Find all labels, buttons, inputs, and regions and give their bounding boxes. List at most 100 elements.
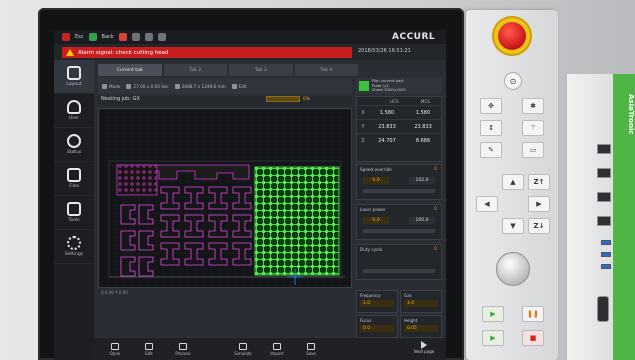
progress-group: 0%	[266, 96, 310, 102]
power-dial[interactable]: Laser power 0 0.0 100.0	[356, 204, 442, 240]
esc-icon[interactable]	[62, 33, 70, 41]
dial-value[interactable]: 0.0	[363, 217, 389, 224]
jog-up-button[interactable]: ▲	[502, 174, 524, 190]
mode-icon	[102, 83, 107, 89]
stat-frequency[interactable]: Frequency 1.0	[356, 290, 398, 313]
back-label: Back	[101, 34, 114, 40]
process-button[interactable]: Process	[168, 342, 198, 356]
edit-item[interactable]: Edit	[231, 83, 247, 89]
progress-bar	[266, 96, 300, 102]
speed-dial[interactable]: Speed override 0 0.0 102.0	[356, 164, 442, 200]
ethernet-port	[597, 144, 611, 154]
jog-down-button[interactable]: ▼	[502, 218, 524, 234]
control-panel: ⊙ ✥ ✱ ↕ ⚚ ✎ ▭ ▲ Z↑ ◀ ▶ ▼ Z↓ ▶ ❚❚ ▶ ■	[466, 10, 558, 360]
gear-icon	[67, 236, 81, 250]
stop-icon[interactable]	[118, 33, 127, 41]
emergency-stop-button[interactable]	[498, 22, 526, 50]
key-switch-icon[interactable]: ⊙	[504, 72, 522, 90]
save-icon	[307, 342, 315, 350]
screen-icon[interactable]: ▭	[522, 142, 544, 158]
brand-logo: ACCURL	[392, 32, 436, 42]
layout-icon	[67, 66, 81, 80]
sidebar-item-label: User	[68, 116, 80, 121]
import-button[interactable]: Import	[262, 342, 292, 356]
tab-3[interactable]: Tab 3	[229, 64, 293, 76]
dial-bar[interactable]	[363, 189, 435, 193]
axis-label: Z	[361, 137, 365, 144]
edit-button[interactable]: Edit	[134, 342, 164, 356]
mcs-value: 23.833	[414, 123, 432, 130]
size-label: 2688.7 x 1249.6 mm	[181, 83, 226, 89]
simulate-button[interactable]: Simulate	[228, 342, 258, 356]
sidebar-item-files[interactable]: Files	[54, 162, 94, 196]
sidebar-item-user[interactable]: User	[54, 94, 94, 128]
stat-height[interactable]: Height 0.05	[400, 315, 442, 338]
ethernet-port	[597, 192, 611, 202]
coordinate-header: UCS MCS	[357, 97, 441, 105]
sidebar-item-layout[interactable]: Layout	[54, 60, 94, 94]
bottom-label: Save	[306, 350, 316, 356]
job-toolbar: Mode 27.00 x 0.00 Sec 2688.7 x 1249.6 mm…	[98, 78, 352, 94]
dial-bar[interactable]	[363, 269, 435, 273]
jog-icon[interactable]: ✥	[480, 98, 502, 114]
bottom-label: Simulate	[234, 350, 252, 356]
tool-icon[interactable]: ✎	[480, 142, 502, 158]
next-page-button[interactable]: Next page	[406, 341, 442, 357]
ucs-value: 23.833	[378, 123, 396, 130]
start-button[interactable]: ▶	[482, 306, 504, 322]
ethernet-port	[597, 216, 611, 226]
save-button[interactable]: Save	[296, 342, 326, 356]
axis-label: Y	[361, 123, 365, 130]
spindle-icon[interactable]: ✱	[522, 98, 544, 114]
open-icon	[111, 342, 119, 350]
tab-2[interactable]: Tab 2	[163, 64, 227, 76]
tab-1[interactable]: Current tab	[98, 64, 162, 76]
controller-box: AsiaTronic	[566, 74, 635, 360]
jog-left-button[interactable]: ◀	[476, 196, 498, 212]
file-info-panel: File: current part Plate 1/1 Sheet 3000x…	[356, 78, 442, 94]
dial-title: Speed override	[360, 167, 392, 172]
job-title: Nesting job: GX	[98, 96, 352, 106]
jog-right-button[interactable]: ▶	[528, 196, 550, 212]
sidebar-item-label: Files	[69, 184, 79, 189]
stop-button[interactable]: ■	[522, 330, 544, 346]
open-button[interactable]: Open	[100, 342, 130, 356]
controller-brand: AsiaTronic	[627, 94, 635, 135]
size-icon	[174, 83, 180, 89]
back-icon[interactable]	[88, 33, 97, 41]
dial-percent: 0	[434, 207, 437, 212]
stat-gas[interactable]: Gas 1.0	[400, 290, 442, 313]
file-thumbnail	[359, 81, 369, 91]
file-line-3: Sheet 3000x1500	[372, 87, 406, 93]
alarm-banner[interactable]: Alarm signal: check cutting head	[62, 47, 352, 58]
bottom-label: Import	[270, 350, 284, 356]
stat-focus[interactable]: Focus 0.0	[356, 315, 398, 338]
nesting-canvas[interactable]	[98, 108, 352, 288]
pause-button[interactable]: ❚❚	[522, 306, 544, 322]
tab-4[interactable]: Tab 4	[294, 64, 358, 76]
dial-percent: 0	[434, 247, 437, 252]
coolant-icon[interactable]: ↕	[480, 120, 502, 136]
lock-icon[interactable]	[144, 33, 153, 41]
usb-port	[601, 264, 611, 269]
settings-icon[interactable]	[131, 33, 140, 41]
stat-value: 1.0	[404, 300, 438, 307]
laser-icon[interactable]: ⚚	[522, 120, 544, 136]
tab-bar: Current tab Tab 2 Tab 3 Tab 4	[98, 64, 358, 76]
sidebar-item-status[interactable]: Status	[54, 128, 94, 162]
mode-item[interactable]: Mode	[102, 83, 120, 89]
z-up-button[interactable]: Z↑	[528, 174, 550, 190]
time-item: 27.00 x 0.00 Sec	[126, 83, 169, 89]
dial-bar[interactable]	[363, 229, 435, 233]
sidebar: Layout User Status Files Tools Settings	[54, 60, 94, 360]
sidebar-item-settings[interactable]: Settings	[54, 230, 94, 264]
dial-value[interactable]: 0.0	[363, 177, 389, 184]
z-down-button[interactable]: Z↓	[528, 218, 550, 234]
override-knob[interactable]	[496, 252, 530, 286]
coordinate-panel: UCS MCS X 1.580 1.580 Y 23.833 23.833 Z …	[356, 96, 442, 162]
duty-dial[interactable]: Duty cycle 0	[356, 244, 442, 280]
info-icon[interactable]	[157, 33, 166, 41]
cycle-button[interactable]: ▶	[482, 330, 504, 346]
stat-title: Gas	[404, 293, 412, 298]
sidebar-item-tools[interactable]: Tools	[54, 196, 94, 230]
